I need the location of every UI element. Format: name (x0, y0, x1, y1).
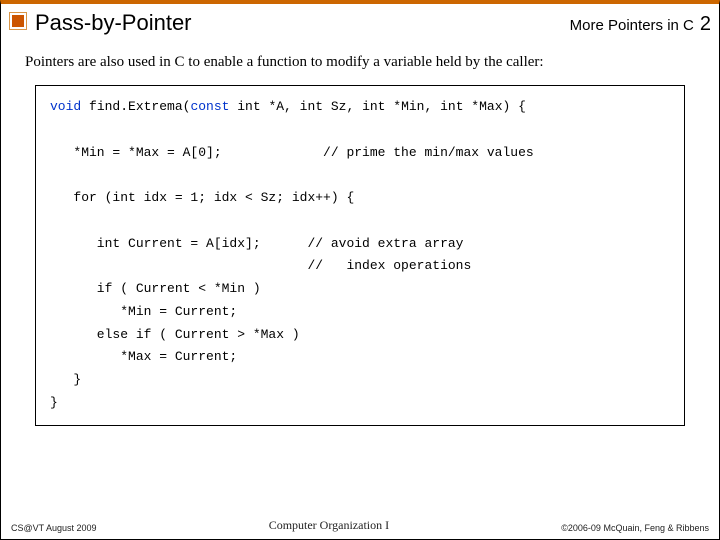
intro-text: Pointers are also used in C to enable a … (1, 44, 719, 81)
code-line: int Current = A[idx]; // avoid extra arr… (50, 236, 463, 251)
code-line: *Max = Current; (50, 349, 237, 364)
footer-center: Computer Organization I (97, 518, 562, 533)
slide-title: Pass-by-Pointer (35, 10, 570, 36)
code-block: void find.Extrema(const int *A, int Sz, … (35, 85, 685, 426)
square-bullet-icon (9, 12, 27, 30)
code-line: *Min = Current; (50, 304, 237, 319)
code-text: int *A, int Sz, int *Min, int *Max) { (229, 99, 525, 114)
code-line: } (50, 372, 81, 387)
header: Pass-by-Pointer More Pointers in C 2 (1, 4, 719, 44)
slide-subtitle: More Pointers in C (570, 17, 694, 34)
footer-right: ©2006-09 McQuain, Feng & Ribbens (561, 523, 709, 533)
code-text: find.Extrema( (81, 99, 190, 114)
footer: CS@VT August 2009 Computer Organization … (1, 518, 719, 533)
code-line: // index operations (50, 258, 471, 273)
code-line: *Min = *Max = A[0]; // prime the min/max… (50, 145, 534, 160)
code-line: for (int idx = 1; idx < Sz; idx++) { (50, 190, 354, 205)
code-line: if ( Current < *Min ) (50, 281, 261, 296)
slide-frame: Pass-by-Pointer More Pointers in C 2 Poi… (0, 0, 720, 540)
code-line: } (50, 395, 58, 410)
code-line: else if ( Current > *Max ) (50, 327, 300, 342)
keyword-void: void (50, 99, 81, 114)
page-number: 2 (700, 13, 711, 36)
keyword-const: const (190, 99, 229, 114)
footer-left: CS@VT August 2009 (11, 523, 97, 533)
